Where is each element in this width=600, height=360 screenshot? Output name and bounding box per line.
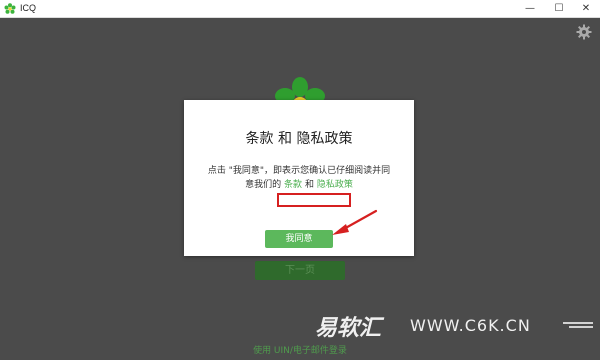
agree-button[interactable]: 我同意 [265,230,333,248]
next-page-button[interactable]: 下一页 [255,261,345,280]
gear-icon[interactable] [576,24,592,40]
uin-email-login-link[interactable]: 使用 UIN/电子邮件登录 [0,343,600,356]
terms-link[interactable]: 条款 [284,180,302,190]
links-highlight-box [277,193,351,207]
dialog-body-prefix: 意我们的 [245,180,282,190]
dialog-body-line1: 点击 "我同意"，即表示您确认已仔细阅读并同 [207,166,391,176]
close-button[interactable]: ✕ [572,0,600,18]
watermark-url: WWW.C6K.CN [410,316,531,335]
window-title: ICQ [20,3,37,13]
watermark-brand: 易软汇 [315,316,382,341]
dialog-body-line2: 意我们的 条款 和 隐私政策 [198,178,400,192]
watermark-lines-icon [563,322,593,328]
pointer-arrow-icon [332,209,378,235]
dialog-body: 点击 "我同意"，即表示您确认已仔细阅读并同 意我们的 条款 和 隐私政策 [198,164,400,192]
maximize-button[interactable]: ☐ [545,0,573,18]
dialog-title: 条款 和 隐私政策 [245,131,353,147]
title-bar: ICQ — ☐ ✕ [0,0,600,18]
privacy-policy-link[interactable]: 隐私政策 [317,180,353,190]
and-word: 和 [304,180,314,190]
icq-flower-icon [4,3,16,14]
minimize-button[interactable]: — [516,0,544,18]
